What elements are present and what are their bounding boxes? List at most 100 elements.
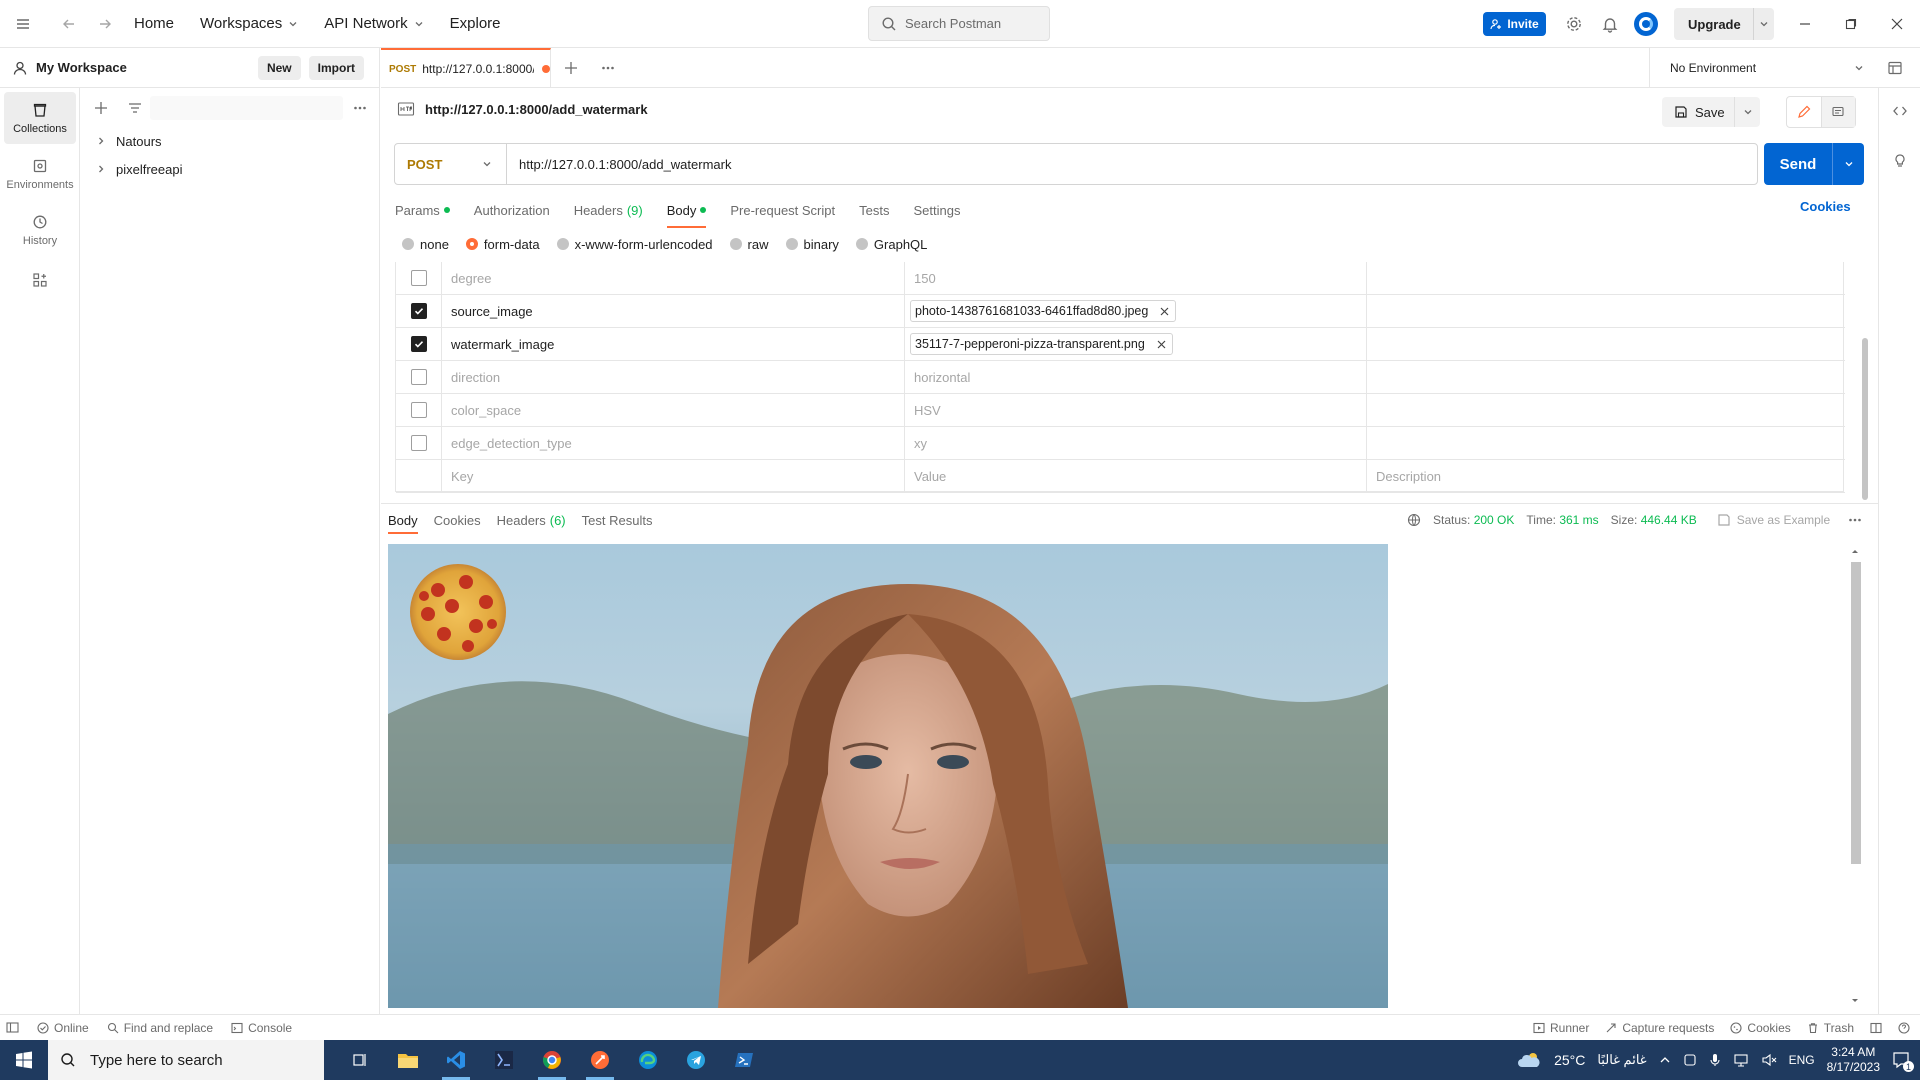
response-scrollbar[interactable] — [1849, 546, 1861, 1006]
lightbulb-icon[interactable] — [1885, 146, 1915, 176]
comment-icon[interactable] — [1821, 97, 1855, 127]
postman-icon[interactable] — [576, 1040, 624, 1080]
more-horizontal-icon[interactable] — [345, 93, 375, 123]
online-status[interactable]: Online — [37, 1021, 89, 1035]
minimize-icon[interactable] — [1790, 9, 1820, 39]
avatar[interactable] — [1634, 12, 1658, 36]
bell-icon[interactable] — [1595, 9, 1625, 39]
mode-toggle[interactable] — [1786, 96, 1856, 128]
nav-home[interactable]: Home — [134, 15, 174, 32]
rail-item-history[interactable]: History — [4, 204, 76, 256]
row-value[interactable]: photo-1438761681033-6461ffad8d80.jpeg — [905, 295, 1367, 327]
save-as-example-button[interactable]: Save as Example — [1737, 513, 1830, 527]
import-button[interactable]: Import — [308, 55, 364, 80]
new-tab-plus-icon[interactable] — [556, 53, 586, 83]
row-key[interactable]: direction — [442, 361, 905, 393]
vscode-icon[interactable] — [432, 1040, 480, 1080]
file-explorer-icon[interactable] — [384, 1040, 432, 1080]
console[interactable]: Console — [231, 1021, 292, 1035]
back-arrow-icon[interactable] — [54, 9, 84, 39]
tab-pre-request-script[interactable]: Pre-request Script — [730, 196, 835, 224]
taskbar-search[interactable]: Type here to search — [48, 1040, 324, 1080]
send-button[interactable]: Send — [1764, 143, 1864, 185]
scrollbar-thumb[interactable] — [1862, 338, 1868, 500]
edit-pencil-icon[interactable] — [1787, 97, 1822, 127]
tab-params[interactable]: Params — [395, 196, 450, 224]
row-checkbox[interactable] — [410, 435, 427, 451]
tabs-more-icon[interactable] — [593, 53, 623, 83]
row-checkbox[interactable] — [410, 369, 427, 385]
radio-none[interactable]: none — [402, 237, 449, 252]
resp-tab-cookies[interactable]: Cookies — [434, 510, 481, 530]
capture-requests[interactable]: Capture requests — [1605, 1021, 1714, 1035]
key-placeholder[interactable]: Key — [442, 460, 905, 492]
collections-search-input[interactable] — [150, 96, 343, 120]
row-checkbox[interactable] — [410, 402, 427, 418]
row-description[interactable] — [1367, 427, 1845, 459]
close-icon[interactable] — [1882, 9, 1912, 39]
pane-divider[interactable] — [381, 503, 1878, 504]
task-view-icon[interactable] — [336, 1040, 384, 1080]
save-button[interactable]: Save — [1662, 97, 1760, 127]
url-input[interactable] — [507, 156, 1757, 172]
settings-gear-icon[interactable] — [1559, 9, 1589, 39]
rail-item-configure[interactable] — [4, 260, 76, 300]
chevron-down-icon[interactable] — [1752, 8, 1774, 40]
remove-file-icon[interactable] — [1160, 307, 1169, 316]
trash[interactable]: Trash — [1807, 1021, 1854, 1035]
row-key[interactable]: watermark_image — [442, 328, 905, 360]
radio-graphql[interactable]: GraphQL — [855, 237, 927, 252]
row-description[interactable] — [1367, 295, 1845, 327]
request-tab[interactable]: POST http://127.0.0.1:8000/a — [381, 48, 551, 88]
row-description[interactable] — [1367, 262, 1845, 294]
nav-explore[interactable]: Explore — [450, 15, 501, 32]
collection-item-natours[interactable]: Natours — [96, 127, 162, 155]
resp-tab-body[interactable]: Body — [388, 510, 418, 534]
request-scrollbar[interactable] — [1862, 262, 1868, 502]
nav-api-network[interactable]: API Network — [324, 15, 423, 32]
radio-x-www-form-urlencoded[interactable]: x-www-form-urlencoded — [556, 237, 713, 252]
maximize-icon[interactable] — [1836, 9, 1866, 39]
tab-settings[interactable]: Settings — [913, 196, 960, 224]
description-placeholder[interactable]: Description — [1367, 460, 1845, 492]
method-select[interactable]: POST — [395, 144, 507, 184]
row-key[interactable]: source_image — [442, 295, 905, 327]
find-replace[interactable]: Find and replace — [107, 1021, 213, 1035]
row-description[interactable] — [1367, 328, 1845, 360]
tab-authorization[interactable]: Authorization — [474, 196, 550, 224]
edge-icon[interactable] — [624, 1040, 672, 1080]
weather-temp[interactable]: 25°C — [1554, 1052, 1585, 1068]
row-key[interactable]: degree — [442, 262, 905, 294]
telegram-icon[interactable] — [672, 1040, 720, 1080]
search-bar[interactable]: Search Postman — [868, 6, 1050, 41]
powershell-icon[interactable] — [720, 1040, 768, 1080]
scrollbar-thumb[interactable] — [1851, 562, 1861, 864]
row-value[interactable]: HSV — [905, 394, 1367, 426]
new-button[interactable]: New — [257, 55, 301, 80]
row-checkbox[interactable] — [410, 336, 427, 352]
upgrade-button[interactable]: Upgrade — [1674, 8, 1774, 40]
code-icon[interactable] — [1885, 96, 1915, 126]
row-value[interactable]: 150 — [905, 262, 1367, 294]
row-value[interactable]: xy — [905, 427, 1367, 459]
invite-button[interactable]: Invite — [1483, 12, 1546, 36]
radio-form-data[interactable]: form-data — [465, 237, 540, 252]
chrome-icon[interactable] — [528, 1040, 576, 1080]
rail-item-collections[interactable]: Collections — [4, 92, 76, 144]
row-checkbox[interactable] — [410, 303, 427, 319]
radio-raw[interactable]: raw — [729, 237, 769, 252]
runner[interactable]: Runner — [1533, 1021, 1589, 1035]
pycharm-icon[interactable] — [480, 1040, 528, 1080]
filter-icon[interactable] — [120, 93, 150, 123]
cookies[interactable]: Cookies — [1730, 1021, 1791, 1035]
remove-file-icon[interactable] — [1157, 340, 1166, 349]
clock[interactable]: 3:24 AM 8/17/2023 — [1827, 1045, 1880, 1075]
tab-headers[interactable]: Headers (9) — [574, 196, 643, 224]
row-checkbox[interactable] — [410, 270, 427, 286]
row-key[interactable]: color_space — [442, 394, 905, 426]
cookies-link[interactable]: Cookies — [1800, 199, 1851, 214]
resp-tab-headers[interactable]: Headers (6) — [497, 510, 566, 530]
resp-tab-test-results[interactable]: Test Results — [582, 510, 653, 530]
notification-center[interactable]: 1 — [1892, 1051, 1914, 1072]
forward-arrow-icon[interactable] — [90, 9, 120, 39]
